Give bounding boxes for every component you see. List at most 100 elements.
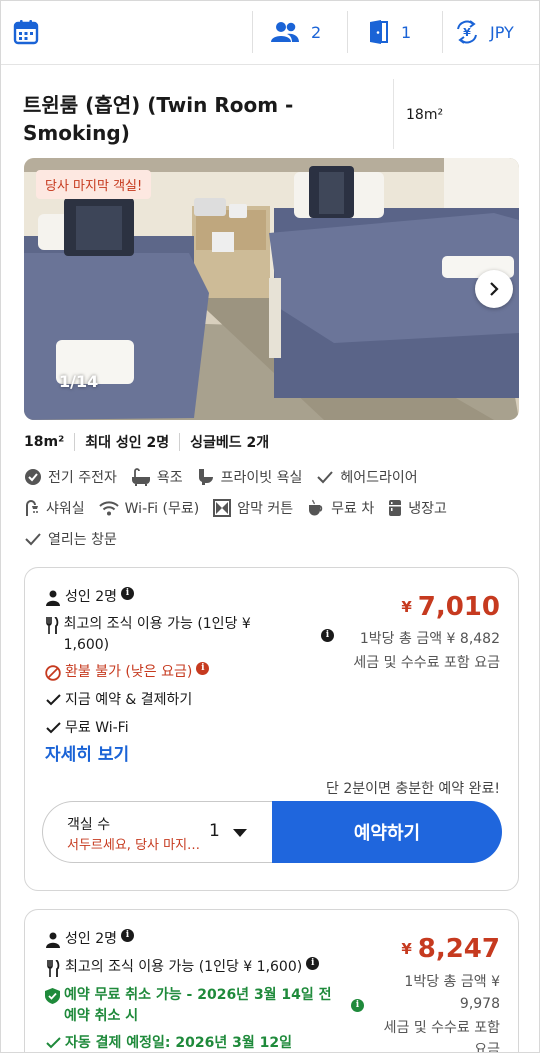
amenity-label: 전기 주전자 bbox=[48, 470, 117, 486]
check-circle-icon bbox=[25, 469, 41, 485]
breakfast-text: 최고의 조식 이용 가능 (1인당 ¥ 1,600) bbox=[63, 616, 251, 653]
amenity-item: 암막 커튼 bbox=[213, 498, 293, 518]
perk-text: 지금 예약 & 결제하기 bbox=[65, 692, 193, 708]
room-detail-screen: 2 1 ¥ JPY 트윈룸 (흡연) (Twin Room - Smoking)… bbox=[0, 0, 540, 1053]
info-icon[interactable]: i bbox=[196, 662, 210, 675]
room-title-row: 트윈룸 (흡연) (Twin Room - Smoking) 18m² bbox=[1, 65, 539, 161]
shield-check-icon bbox=[45, 985, 60, 1004]
free-cancellation-text: 예약 무료 취소 가능 - 2026년 3월 14일 전 예약 취소 시 bbox=[64, 987, 332, 1024]
info-icon[interactable]: i bbox=[351, 999, 364, 1012]
room-count-label: 객실 수 bbox=[67, 817, 111, 833]
spec-size: 18m² bbox=[24, 434, 65, 450]
refrigerator-icon bbox=[389, 500, 402, 516]
rate-offer-card: 성인 2명 i 최고의 조식 이용 가능 (1인당 ¥ 1,600) 환불 불가… bbox=[24, 567, 519, 891]
amenity-item: 냉장고 bbox=[388, 498, 447, 518]
info-icon[interactable]: i bbox=[121, 929, 134, 942]
amenity-label: Wi-Fi (무료) bbox=[124, 501, 200, 517]
nightly-price: ¥8,247 bbox=[401, 934, 500, 964]
rooms-count: 1 bbox=[401, 22, 412, 42]
amenity-label: 욕조 bbox=[156, 470, 183, 486]
tax-note: 세금 및 수수료 포함 요금 bbox=[353, 655, 500, 671]
blackout-curtain-icon bbox=[213, 499, 232, 517]
currency-exchange-icon: ¥ bbox=[456, 20, 478, 44]
rooms-selector[interactable]: 1 bbox=[369, 1, 411, 63]
person-icon bbox=[45, 587, 61, 606]
chevron-right-icon bbox=[490, 282, 499, 296]
amenity-item: 프라이빗 욕실 bbox=[197, 467, 302, 487]
amenity-label: 헤어드라이어 bbox=[340, 470, 418, 486]
room-title: 트윈룸 (흡연) (Twin Room - Smoking) bbox=[23, 93, 294, 145]
perk-line: 무료 Wi-Fi bbox=[45, 718, 129, 739]
perk-line: 지금 예약 & 결제하기 bbox=[45, 690, 192, 711]
total-price-line: 1박당 총 금액 ¥ 9,978 bbox=[404, 974, 500, 1012]
price-value: 8,247 bbox=[417, 934, 500, 964]
check-icon bbox=[45, 690, 61, 706]
payment-date-line: 자동 결제 예정일: 2026년 3월 12일 bbox=[45, 1033, 292, 1052]
amenity-label: 샤워실 bbox=[46, 501, 85, 517]
amenity-label: 냉장고 bbox=[408, 501, 447, 517]
shower-icon bbox=[26, 500, 38, 516]
wifi-icon bbox=[98, 501, 119, 516]
payment-date-text: 자동 결제 예정일: 2026년 3월 12일 bbox=[65, 1035, 292, 1051]
occupancy-text: 성인 2명 bbox=[65, 589, 117, 605]
currency-selector[interactable]: ¥ JPY bbox=[456, 1, 514, 63]
currency-symbol: ¥ bbox=[401, 940, 412, 958]
search-summary-bar: 2 1 ¥ JPY bbox=[1, 1, 539, 65]
guests-icon bbox=[271, 21, 299, 43]
calendar-icon[interactable] bbox=[13, 19, 39, 45]
room-photo-carousel[interactable]: 당사 마지막 객실! 1/14 bbox=[24, 158, 519, 420]
amenity-item: 샤워실 bbox=[24, 498, 85, 518]
amenities-row: 열리는 창문 bbox=[24, 529, 131, 549]
room-size: 18m² bbox=[406, 107, 444, 123]
last-room-badge: 당사 마지막 객실! bbox=[36, 170, 152, 199]
nightly-price: ¥7,010 bbox=[401, 592, 500, 622]
spec-occupancy: 최대 성인 2명 bbox=[85, 435, 170, 451]
tea-cup-icon bbox=[309, 499, 323, 516]
amenity-item: 무료 차 bbox=[307, 498, 374, 518]
divider bbox=[347, 11, 348, 53]
info-icon[interactable]: i bbox=[121, 587, 134, 600]
currency-symbol: ¥ bbox=[401, 598, 412, 616]
occupancy-line: 성인 2명 i bbox=[45, 929, 134, 950]
check-icon bbox=[25, 533, 41, 546]
room-count-selector[interactable]: 객실 수 서두르세요, 당사 마지막 객실! 1 bbox=[42, 801, 274, 863]
amenity-label: 무료 차 bbox=[331, 501, 375, 517]
occupancy-text: 성인 2명 bbox=[65, 931, 117, 947]
amenity-item: 전기 주전자 bbox=[24, 467, 117, 487]
tax-note: 세금 및 수수료 포함 요금 bbox=[383, 1020, 500, 1053]
caret-down-icon bbox=[233, 829, 247, 837]
perk-text: 무료 Wi-Fi bbox=[65, 720, 129, 736]
person-icon bbox=[45, 929, 61, 948]
details-link[interactable]: 자세히 보기 bbox=[45, 745, 129, 766]
divider bbox=[442, 11, 443, 53]
bathtub-icon bbox=[131, 468, 150, 486]
breakfast-text: 최고의 조식 이용 가능 (1인당 ¥ 1,600) bbox=[65, 959, 303, 975]
occupancy-line: 성인 2명 i bbox=[45, 587, 134, 608]
info-icon[interactable]: i bbox=[306, 957, 320, 970]
fork-knife-icon bbox=[45, 614, 60, 634]
book-button[interactable]: 예약하기 bbox=[272, 801, 502, 863]
refund-policy-text: 환불 불가 (낮은 요금) bbox=[65, 664, 193, 680]
next-photo-button[interactable] bbox=[475, 270, 513, 308]
free-cancellation-line: 예약 무료 취소 가능 - 2026년 3월 14일 전 예약 취소 시 bbox=[45, 985, 335, 1027]
currency-code: JPY bbox=[490, 22, 514, 42]
amenity-item: 헤어드라이어 bbox=[316, 467, 418, 487]
amenity-item: Wi-Fi (무료) bbox=[98, 498, 200, 518]
door-icon bbox=[369, 20, 389, 44]
spec-beds: 싱글베드 2개 bbox=[190, 435, 270, 451]
breakfast-line: 최고의 조식 이용 가능 (1인당 ¥ 1,600) bbox=[45, 614, 280, 656]
divider bbox=[252, 11, 253, 53]
amenity-item: 열리는 창문 bbox=[24, 529, 117, 549]
total-price-line: 1박당 총 금액 ¥ 8,482 bbox=[359, 631, 500, 647]
guests-selector[interactable]: 2 bbox=[271, 1, 321, 63]
breakfast-line: 최고의 조식 이용 가능 (1인당 ¥ 1,600) i bbox=[45, 957, 320, 978]
check-icon bbox=[45, 718, 61, 734]
toilet-icon bbox=[198, 469, 213, 485]
amenity-item: 욕조 bbox=[131, 467, 183, 487]
refund-policy-line: 환불 불가 (낮은 요금) i bbox=[45, 662, 210, 683]
guests-count: 2 bbox=[311, 22, 322, 42]
booking-controls: 객실 수 서두르세요, 당사 마지막 객실! 1 예약하기 bbox=[42, 801, 502, 863]
amenity-label: 열리는 창문 bbox=[48, 532, 117, 548]
divider bbox=[393, 79, 394, 149]
divider bbox=[179, 433, 181, 451]
